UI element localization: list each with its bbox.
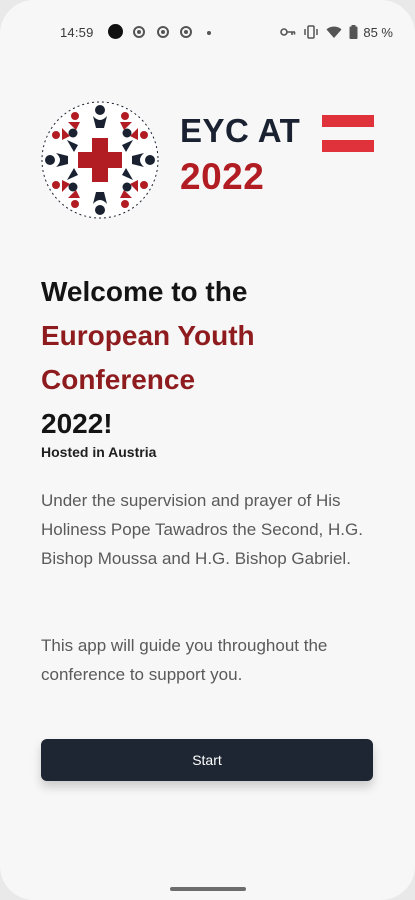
chrome-icon bbox=[157, 26, 169, 38]
brand-title: EYC AT bbox=[180, 112, 301, 149]
key-icon bbox=[280, 28, 296, 36]
start-button[interactable]: Start bbox=[41, 739, 373, 781]
status-time: 14:59 bbox=[60, 25, 94, 40]
welcome-highlight: European Youth bbox=[41, 320, 255, 351]
app-screen: 14:59 85 % EYC AT 2022 Welcome to the Eu… bbox=[0, 0, 415, 900]
welcome-year: 2022! bbox=[41, 408, 113, 439]
chrome-icon bbox=[180, 26, 192, 38]
dot-icon bbox=[207, 31, 211, 35]
supervision-paragraph: Under the supervision and prayer of His … bbox=[41, 491, 363, 568]
battery-icon bbox=[349, 25, 358, 39]
welcome-highlight: Conference bbox=[41, 364, 196, 395]
wifi-icon bbox=[326, 26, 342, 38]
vibrate-icon bbox=[304, 25, 319, 39]
status-bar: 14:59 85 % bbox=[0, 0, 415, 60]
chrome-icon bbox=[133, 26, 145, 38]
hosted-subtitle: Hosted in Austria bbox=[41, 444, 157, 460]
welcome-line: Welcome to the bbox=[41, 276, 248, 307]
system-icons: 85 % bbox=[280, 23, 393, 41]
eyc-logo bbox=[40, 100, 160, 220]
austria-flag-icon bbox=[322, 115, 374, 152]
guide-paragraph: This app will guide you throughout the c… bbox=[41, 636, 328, 684]
logo-emblem-icon bbox=[41, 101, 159, 219]
home-indicator[interactable] bbox=[170, 887, 246, 891]
welcome-heading: Welcome to the European Youth Conference… bbox=[41, 270, 381, 446]
camera-icon bbox=[108, 24, 123, 39]
battery-percent: 85 % bbox=[363, 24, 393, 40]
brand-year: 2022 bbox=[180, 156, 265, 197]
